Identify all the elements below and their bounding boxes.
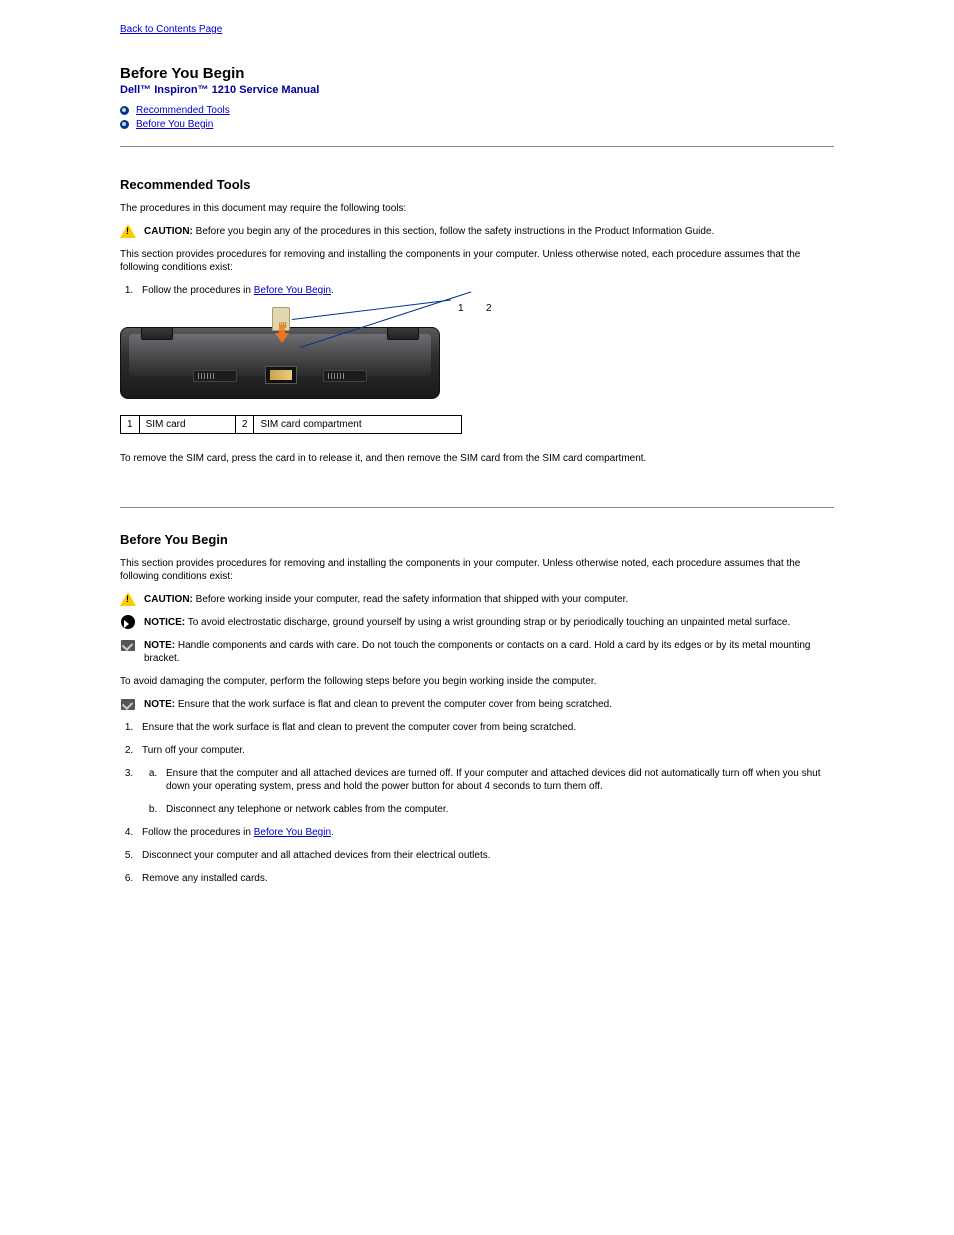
leader-line [292, 300, 451, 320]
step-list: Follow the procedures in Before You Begi… [136, 284, 834, 297]
caution-text: CAUTION: Before you begin any of the pro… [144, 225, 714, 238]
note-text: NOTE: Ensure that the work surface is fl… [144, 698, 612, 711]
inline-link[interactable]: Before You Begin [254, 285, 331, 296]
sim-slot [265, 366, 297, 384]
body-paragraph: To avoid damaging the computer, perform … [120, 675, 834, 688]
caution-icon [120, 592, 136, 606]
legend-num: 1 [121, 416, 140, 434]
callout-number: 2 [486, 303, 492, 314]
caution-icon [120, 224, 136, 238]
legend-label: SIM card [139, 416, 235, 434]
caution-label: CAUTION: [144, 594, 193, 605]
back-link-text[interactable]: Back to Contents Page [120, 24, 222, 35]
notice-text: NOTICE: To avoid electrostatic discharge… [144, 616, 790, 629]
legend-num: 2 [235, 416, 254, 434]
note-text: NOTE: Handle components and cards with c… [144, 639, 834, 665]
caution-body: Before working inside your computer, rea… [193, 594, 628, 605]
hinge-left [141, 327, 173, 340]
step-item: Ensure that the work surface is flat and… [136, 721, 834, 734]
step-text-tail: . [331, 827, 334, 838]
legend-label: SIM card compartment [254, 416, 462, 434]
toc-link[interactable]: Recommended Tools [136, 105, 230, 116]
sub-step-list: Ensure that the computer and all attache… [160, 767, 834, 816]
note-icon [120, 638, 136, 652]
intro-paragraph: The procedures in this document may requ… [120, 202, 834, 215]
body-paragraph: To remove the SIM card, press the card i… [120, 452, 834, 465]
step-text: Follow the procedures in [142, 285, 254, 296]
toc-item[interactable]: Recommended Tools [120, 104, 834, 118]
figure: 1 2 [120, 311, 440, 399]
step-item: Follow the procedures in Before You Begi… [136, 284, 834, 297]
inline-link[interactable]: Before You Begin [254, 827, 331, 838]
step-text-tail: . [331, 285, 334, 296]
notice-label: NOTICE: [144, 617, 185, 628]
step-text: Follow the procedures in [142, 827, 254, 838]
step-item: Remove any installed cards. [136, 872, 834, 885]
note-callout: NOTE: Handle components and cards with c… [120, 639, 834, 665]
table-of-contents: Recommended Tools Before You Begin [120, 104, 834, 132]
arrow-down-icon [275, 333, 289, 343]
section-rule [120, 507, 834, 508]
note-body: Handle components and cards with care. D… [144, 640, 810, 664]
sub-step-item: Ensure that the computer and all attache… [160, 767, 834, 793]
toc-item[interactable]: Before You Begin [120, 118, 834, 132]
section-heading: Recommended Tools [120, 177, 834, 192]
caution-text: CAUTION: Before working inside your comp… [144, 593, 628, 606]
table-row: 1 SIM card 2 SIM card compartment [121, 416, 462, 434]
slider-left [193, 370, 237, 382]
note-callout: NOTE: Ensure that the work surface is fl… [120, 698, 834, 711]
note-body: Ensure that the work surface is flat and… [175, 699, 612, 710]
step-list: Ensure that the work surface is flat and… [136, 721, 834, 885]
caution-label: CAUTION: [144, 226, 193, 237]
hinge-right [387, 327, 419, 340]
step-item: Ensure that the computer and all attache… [136, 767, 834, 816]
note-label: NOTE: [144, 640, 175, 651]
notice-callout: NOTICE: To avoid electrostatic discharge… [120, 616, 834, 629]
toc-link[interactable]: Before You Begin [136, 119, 213, 130]
note-icon [120, 697, 136, 711]
caution-callout: CAUTION: Before you begin any of the pro… [120, 225, 834, 238]
step-item: Disconnect your computer and all attache… [136, 849, 834, 862]
note-label: NOTE: [144, 699, 175, 710]
section-heading: Before You Begin [120, 532, 834, 547]
callout-number: 1 [458, 303, 464, 314]
page-title: Before You Begin [120, 65, 834, 82]
sub-step-item: Disconnect any telephone or network cabl… [160, 803, 834, 816]
back-link[interactable]: Back to Contents Page [120, 24, 834, 35]
caution-body: Before you begin any of the procedures i… [193, 226, 714, 237]
manual-title: Dell™ Inspiron™ 1210 Service Manual [120, 84, 834, 96]
notice-icon [120, 615, 136, 629]
caution-callout: CAUTION: Before working inside your comp… [120, 593, 834, 606]
step-item: Follow the procedures in Before You Begi… [136, 826, 834, 839]
slider-right [323, 370, 367, 382]
body-paragraph: This section provides procedures for rem… [120, 248, 834, 274]
notice-body: To avoid electrostatic discharge, ground… [185, 617, 790, 628]
figure-legend-table: 1 SIM card 2 SIM card compartment [120, 415, 462, 434]
step-item: Turn off your computer. [136, 744, 834, 757]
section-rule [120, 146, 834, 147]
body-paragraph: This section provides procedures for rem… [120, 557, 834, 583]
